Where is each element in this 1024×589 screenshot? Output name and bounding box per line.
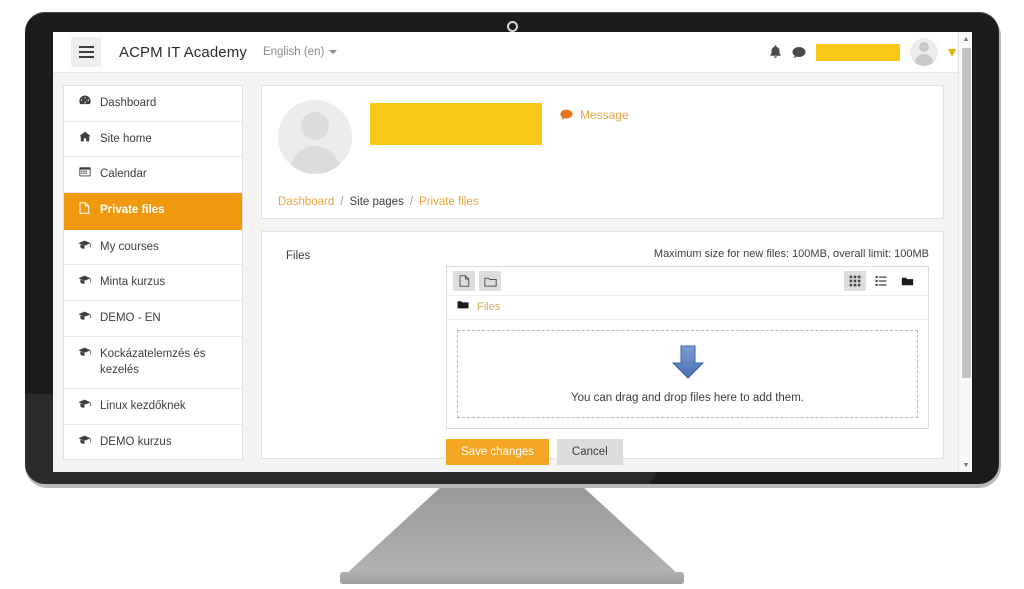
save-changes-button[interactable]: Save changes — [446, 439, 549, 465]
avatar[interactable] — [909, 38, 938, 66]
graduation-cap-icon — [78, 434, 91, 451]
download-arrow-icon — [671, 345, 704, 379]
sidebar-item-my-courses[interactable]: My courses — [64, 229, 242, 266]
browser-viewport: ACPM IT Academy English (en) ▾ Dashboard… — [53, 32, 972, 472]
files-card: Files Maximum size for new files: 100MB,… — [261, 231, 944, 465]
profile-avatar[interactable] — [278, 100, 352, 174]
main-content: Message Dashboard / Site pages / Private… — [253, 73, 958, 472]
breadcrumb-item-private-files[interactable]: Private files — [419, 196, 478, 208]
home-icon — [78, 131, 91, 148]
sidebar-item-label: Minta kurzus — [100, 276, 166, 289]
file-manager-breadcrumb: Files — [447, 296, 928, 320]
dropzone-text: You can drag and drop files here to add … — [571, 392, 804, 404]
sidebar-item-label: Dashboard — [100, 97, 157, 109]
add-file-icon[interactable] — [453, 271, 475, 291]
cancel-button[interactable]: Cancel — [556, 439, 623, 465]
sidebar-item-private-files[interactable]: Private files — [64, 193, 242, 230]
create-folder-icon[interactable] — [479, 271, 501, 291]
sidebar-item-dashboard[interactable]: Dashboard — [64, 86, 242, 122]
calendar-icon — [78, 166, 91, 183]
sidebar-item-calendar[interactable]: Calendar — [64, 157, 242, 194]
language-menu-label: English (en) — [262, 46, 325, 58]
page-scrollbar[interactable]: ▲ ▼ — [958, 32, 972, 472]
sidebar-nav-list: Dashboard Site home Calendar Private fil… — [63, 85, 243, 461]
tree-view-folder-icon[interactable] — [896, 271, 918, 291]
breadcrumb-item-dashboard[interactable]: Dashboard — [278, 196, 334, 208]
file-manager: Files You can drag and drop files here t… — [446, 266, 929, 429]
breadcrumb-item-site-pages[interactable]: Site pages — [349, 196, 403, 208]
site-title: ACPM IT Academy — [119, 43, 247, 61]
profile-name-redacted — [370, 103, 542, 145]
avatar-head — [301, 112, 329, 140]
scroll-up-arrow-icon[interactable]: ▲ — [959, 32, 972, 46]
file-manager-breadcrumb-label[interactable]: Files — [477, 301, 500, 313]
file-manager-view-buttons — [844, 271, 922, 291]
sidebar-item-label: My courses — [100, 240, 159, 253]
graduation-cap-icon — [78, 274, 91, 291]
monitor-stand-neck — [345, 483, 679, 575]
chevron-down-icon — [329, 50, 338, 54]
message-label: Message — [580, 108, 629, 122]
notification-bell-icon[interactable] — [769, 45, 782, 59]
avatar-head — [918, 42, 929, 52]
sidebar-item-demo-en[interactable]: DEMO - EN — [64, 300, 242, 337]
sidebar-item-linux-kezdoknek[interactable]: Linux kezdőknek — [64, 388, 242, 425]
webcam-icon — [507, 21, 518, 32]
folder-icon — [457, 300, 469, 313]
scrollbar-thumb[interactable] — [962, 48, 971, 378]
file-dropzone[interactable]: You can drag and drop files here to add … — [457, 330, 918, 418]
max-size-note: Maximum size for new files: 100MB, overa… — [653, 248, 929, 260]
dashboard-icon — [78, 95, 91, 112]
sidebar-item-minta-kurzus[interactable]: Minta kurzus — [64, 265, 242, 301]
graduation-cap-icon — [78, 239, 91, 256]
avatar-body — [914, 54, 933, 66]
graduation-cap-icon — [78, 310, 91, 327]
sidebar-item-label: DEMO - EN — [100, 311, 161, 324]
user-menu-chevron-down-icon[interactable]: ▾ — [948, 42, 956, 62]
sidebar-item-kockazatelemzes[interactable]: Kockázatelemzés és kezelés — [64, 336, 242, 389]
list-view-icon[interactable] — [870, 271, 892, 291]
sidebar: Dashboard Site home Calendar Private fil… — [53, 73, 253, 472]
monitor-mockup: ACPM IT Academy English (en) ▾ Dashboard… — [0, 0, 1024, 589]
message-bubble-icon — [560, 109, 573, 120]
message-button[interactable]: Message — [560, 108, 629, 122]
language-menu[interactable]: English (en) — [262, 46, 338, 58]
messages-chat-icon[interactable] — [792, 46, 806, 59]
grid-view-icon[interactable] — [844, 271, 866, 291]
sidebar-item-label: Calendar — [100, 168, 147, 181]
files-header-row: Files Maximum size for new files: 100MB,… — [276, 248, 929, 465]
top-navbar: ACPM IT Academy English (en) ▾ — [53, 32, 972, 73]
files-manager-column: Maximum size for new files: 100MB, overa… — [446, 248, 929, 465]
profile-card: Message Dashboard / Site pages / Private… — [261, 85, 944, 219]
page-body: Dashboard Site home Calendar Private fil… — [53, 73, 972, 472]
file-manager-toolbar — [447, 267, 928, 296]
sidebar-item-label: Kockázatelemzés és kezelés — [100, 347, 206, 377]
navbar-username-redacted[interactable] — [815, 43, 900, 61]
form-buttons: Save changes Cancel — [446, 439, 929, 465]
avatar-body — [290, 146, 340, 174]
navbar-right-group: ▾ — [769, 38, 964, 66]
sidebar-item-label: DEMO kurzus — [100, 435, 172, 448]
files-field-label: Files — [286, 250, 311, 262]
graduation-cap-icon — [78, 346, 91, 363]
file-icon — [78, 202, 91, 220]
breadcrumb-separator: / — [340, 196, 344, 208]
sidebar-item-label: Site home — [100, 132, 152, 145]
scroll-down-arrow-icon[interactable]: ▼ — [959, 458, 972, 472]
breadcrumb: Dashboard / Site pages / Private files — [278, 196, 927, 208]
sidebar-item-demo-kurzus[interactable]: DEMO kurzus — [64, 424, 242, 460]
monitor-stand-base — [340, 572, 684, 584]
sidebar-item-site-home[interactable]: Site home — [64, 121, 242, 158]
sidebar-item-label: Private files — [100, 204, 165, 217]
sidebar-item-label: Linux kezdőknek — [100, 399, 186, 412]
graduation-cap-icon — [78, 398, 91, 415]
breadcrumb-separator: / — [409, 196, 414, 208]
profile-row: Message — [278, 100, 927, 174]
hamburger-menu-icon[interactable] — [71, 37, 101, 67]
